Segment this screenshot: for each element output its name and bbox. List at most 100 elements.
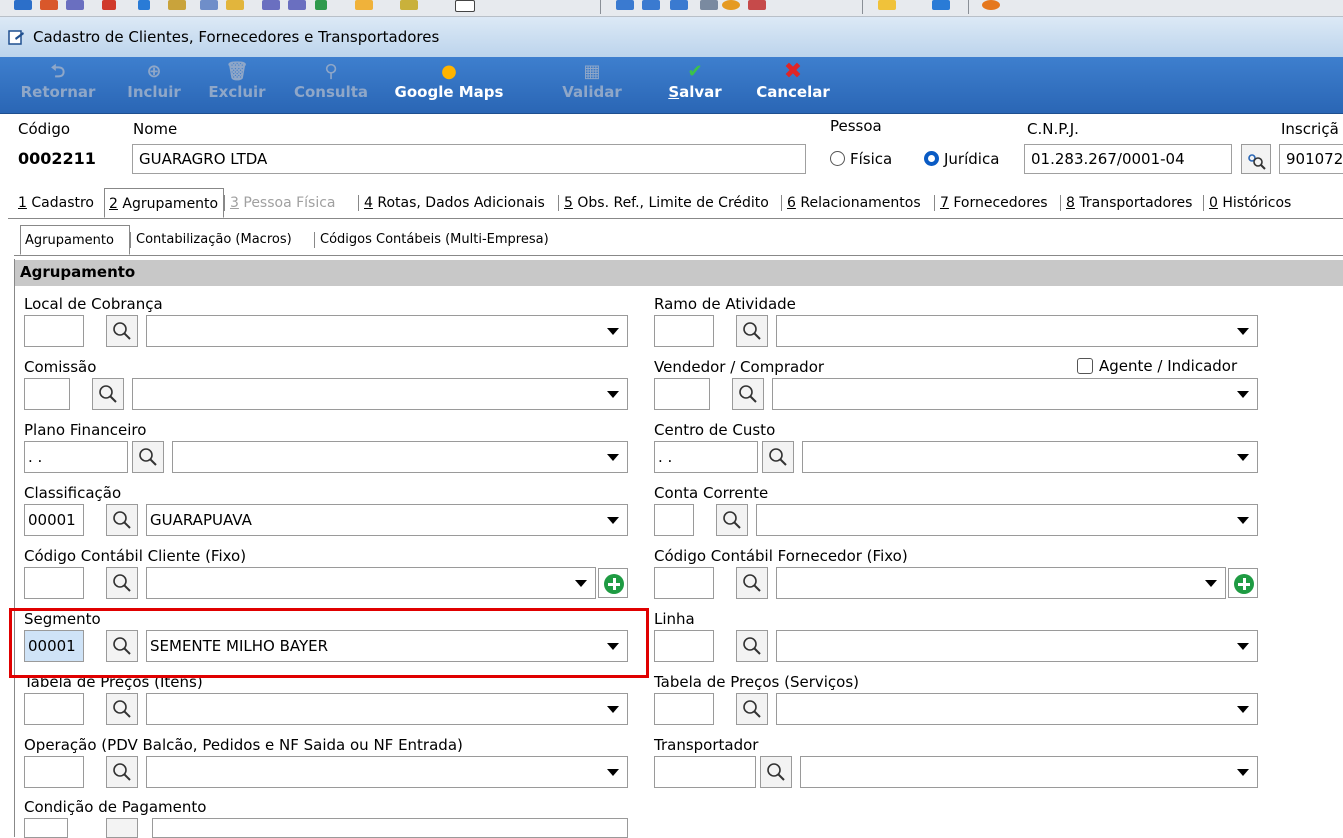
ramo-atividade-select[interactable] <box>776 315 1258 347</box>
chevron-down-icon[interactable] <box>607 706 619 713</box>
tabela-precos-servicos-search-button[interactable] <box>736 693 768 725</box>
app-icon-19[interactable] <box>722 0 740 10</box>
app-icon-21[interactable] <box>932 0 950 10</box>
inscricao-input[interactable]: 9010725 <box>1279 144 1343 174</box>
condicao-pagamento-search-button[interactable] <box>106 818 138 838</box>
chevron-down-icon[interactable] <box>607 391 619 398</box>
local-cobranca-code-input[interactable] <box>24 315 84 347</box>
comissao-search-button[interactable] <box>92 378 124 410</box>
vendedor-code-input[interactable] <box>654 378 710 410</box>
plano-financeiro-select[interactable] <box>172 441 628 473</box>
app-icon-1[interactable] <box>14 0 32 10</box>
centro-custo-search-button[interactable] <box>762 441 794 473</box>
cnpj-input[interactable]: 01.283.267/0001-04 <box>1024 144 1232 174</box>
tabela-precos-servicos-code-input[interactable] <box>654 693 714 725</box>
excluir-button[interactable]: 🗑 Excluir <box>206 61 268 101</box>
google-maps-button[interactable]: ● Google Maps <box>392 61 506 101</box>
juridica-radio[interactable] <box>924 151 939 166</box>
tab-4[interactable]: 4 Rotas, Dados Adicionais <box>360 188 558 218</box>
subtab-3[interactable]: Códigos Contábeis (Multi-Empresa) <box>316 225 580 255</box>
local-cobranca-search-button[interactable] <box>106 315 138 347</box>
vendedor-search-button[interactable] <box>732 378 764 410</box>
transportador-select[interactable] <box>800 756 1258 788</box>
subtab-1[interactable]: Agrupamento <box>20 225 130 255</box>
classificacao-select[interactable]: GUARAPUAVA <box>146 504 628 536</box>
local-cobranca-select[interactable] <box>146 315 628 347</box>
cod-contabil-cliente-code-input[interactable] <box>24 567 84 599</box>
tab-8[interactable]: 8 Transportadores <box>1062 188 1202 218</box>
chevron-down-icon[interactable] <box>1237 706 1249 713</box>
chevron-down-icon[interactable] <box>607 328 619 335</box>
tab-3[interactable]: 3 Pessoa Física <box>226 188 358 218</box>
tab-1[interactable]: 1 Cadastro <box>14 188 102 218</box>
app-icon-16[interactable] <box>642 0 660 10</box>
cod-contabil-fornecedor-code-input[interactable] <box>654 567 714 599</box>
ramo-atividade-code-input[interactable] <box>654 315 714 347</box>
app-icon-3[interactable] <box>66 0 84 10</box>
classificacao-search-button[interactable] <box>106 504 138 536</box>
plano-financeiro-search-button[interactable] <box>132 441 164 473</box>
cod-contabil-cliente-select[interactable] <box>146 567 596 599</box>
comissao-code-input[interactable] <box>24 378 70 410</box>
star-icon[interactable] <box>878 0 896 10</box>
conta-corrente-select[interactable] <box>756 504 1258 536</box>
app-icon-13[interactable] <box>400 0 418 10</box>
app-icon-2[interactable] <box>40 0 58 10</box>
chevron-down-icon[interactable] <box>1237 454 1249 461</box>
chevron-down-icon[interactable] <box>1237 391 1249 398</box>
cancelar-button[interactable]: ✖ Cancelar <box>752 61 834 102</box>
app-icon-12[interactable] <box>355 0 373 10</box>
chevron-down-icon[interactable] <box>1205 580 1217 587</box>
chevron-down-icon[interactable] <box>575 580 587 587</box>
app-icon-15[interactable] <box>616 0 634 10</box>
linha-select[interactable] <box>776 630 1258 662</box>
tabela-precos-servicos-select[interactable] <box>776 693 1258 725</box>
app-icon-20[interactable] <box>748 0 766 10</box>
tab-2[interactable]: 2 Agrupamento <box>104 188 224 218</box>
chevron-down-icon[interactable] <box>1237 643 1249 650</box>
classificacao-code-input[interactable]: 00001 <box>24 504 84 536</box>
transportador-search-button[interactable] <box>760 756 792 788</box>
chevron-down-icon[interactable] <box>607 769 619 776</box>
linha-code-input[interactable] <box>654 630 714 662</box>
app-icon-8[interactable] <box>226 0 244 10</box>
consulta-button[interactable]: ⚲ Consulta <box>292 61 370 101</box>
centro-custo-code-input[interactable]: . . <box>654 441 758 473</box>
app-icon-4[interactable] <box>102 0 116 10</box>
chevron-down-icon[interactable] <box>607 517 619 524</box>
app-icon-11[interactable] <box>315 0 327 10</box>
tab-9[interactable]: 0 Históricos <box>1205 188 1303 218</box>
salvar-button[interactable]: ✔ Salvar <box>664 61 726 101</box>
app-icon-18[interactable] <box>700 0 718 10</box>
condicao-pagamento-select[interactable] <box>152 818 628 838</box>
app-icon-7[interactable] <box>200 0 218 10</box>
cod-contabil-fornecedor-search-button[interactable] <box>736 567 768 599</box>
plano-financeiro-code-input[interactable]: . . <box>24 441 128 473</box>
subtab-2[interactable]: Contabilização (Macros) <box>132 225 312 255</box>
tabela-precos-itens-search-button[interactable] <box>106 693 138 725</box>
transportador-code-input[interactable] <box>654 756 756 788</box>
retornar-button[interactable]: ⮌ Retornar <box>18 61 98 101</box>
cnpj-lookup-button[interactable] <box>1241 144 1271 174</box>
chevron-down-icon[interactable] <box>1237 517 1249 524</box>
tab-5[interactable]: 5 Obs. Ref., Limite de Crédito <box>560 188 780 218</box>
app-icon-6[interactable] <box>168 0 186 10</box>
linha-search-button[interactable] <box>736 630 768 662</box>
operacao-select[interactable] <box>146 756 628 788</box>
app-icon-14[interactable] <box>455 0 475 12</box>
conta-corrente-search-button[interactable] <box>716 504 748 536</box>
comissao-select[interactable] <box>132 378 628 410</box>
app-icon-22[interactable] <box>982 0 1000 10</box>
app-icon-17[interactable] <box>670 0 688 10</box>
tabela-precos-itens-code-input[interactable] <box>24 693 84 725</box>
chevron-down-icon[interactable] <box>607 454 619 461</box>
cod-contabil-cliente-add-button[interactable] <box>598 568 628 598</box>
tab-6[interactable]: 6 Relacionamentos <box>783 188 933 218</box>
tab-7[interactable]: 7 Fornecedores <box>936 188 1060 218</box>
tabela-precos-itens-select[interactable] <box>146 693 628 725</box>
nome-input[interactable]: GUARAGRO LTDA <box>132 144 806 174</box>
app-icon-10[interactable] <box>288 0 306 10</box>
conta-corrente-code-input[interactable] <box>654 504 694 536</box>
operacao-code-input[interactable] <box>24 756 84 788</box>
validar-button[interactable]: ▦ Validar <box>560 61 624 101</box>
